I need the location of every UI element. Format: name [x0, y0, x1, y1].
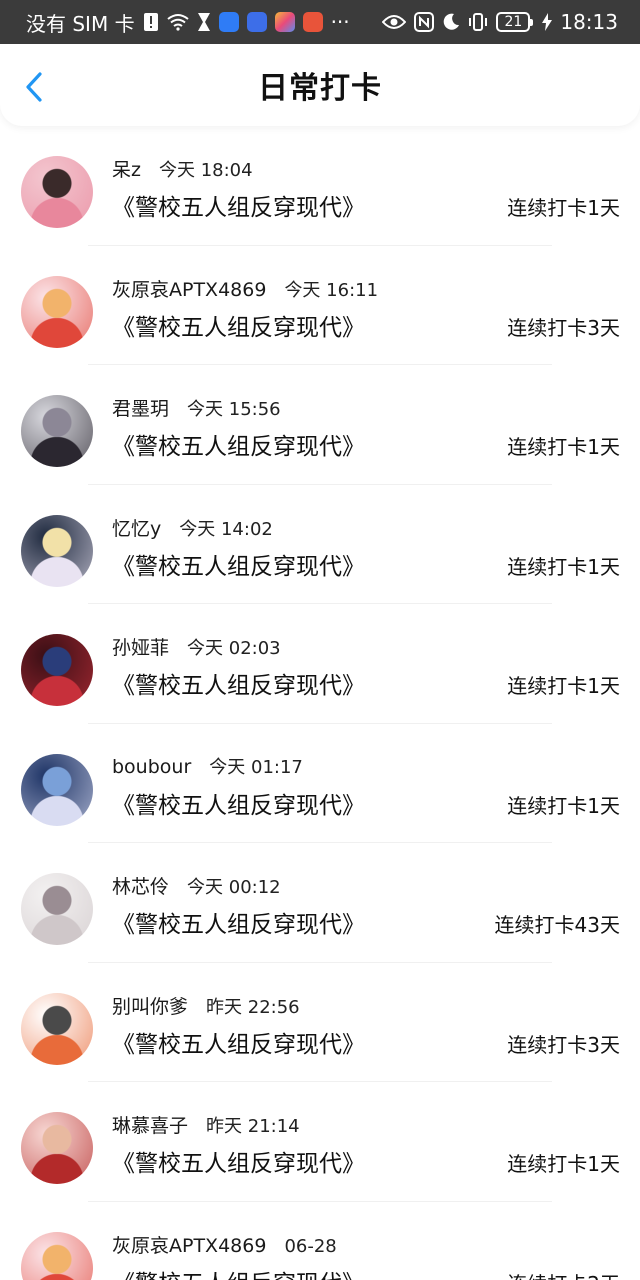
carrier-label: 没有 SIM 卡: [26, 11, 135, 36]
avatar[interactable]: [21, 275, 93, 348]
user-info: 忆忆y 今天 14:02: [112, 514, 273, 541]
user-info: boubour 今天 01:17: [112, 753, 303, 779]
checkin-time: 今天 00:12: [187, 877, 281, 898]
book-title[interactable]: 《警校五人组反穿现代》: [112, 427, 365, 461]
streak-count: 连续打卡1天: [507, 554, 620, 579]
store-app-icon: [302, 12, 323, 32]
checkin-time: 今天 15:56: [187, 399, 281, 420]
list-item[interactable]: 呆z 今天 18:04 《警校五人组反穿现代》 连续打卡1天: [0, 126, 640, 246]
user-info: 孙娅菲 今天 02:03: [112, 633, 281, 660]
hourglass-icon: [197, 12, 211, 32]
username[interactable]: 别叫你爹: [112, 996, 188, 1018]
username[interactable]: 灰原哀APTX4869: [112, 1235, 266, 1257]
avatar[interactable]: [21, 873, 93, 945]
wifi-icon: [166, 13, 189, 31]
user-info: 林芯伶 今天 00:12: [112, 872, 281, 899]
list-item[interactable]: 君墨玥 今天 15:56 《警校五人组反穿现代》 连续打卡1天: [0, 365, 640, 485]
avatar[interactable]: [21, 992, 93, 1065]
user-info: 灰原哀APTX4869 今天 16:11: [112, 275, 378, 302]
avatar[interactable]: [21, 156, 93, 228]
user-info: 别叫你爹 昨天 22:56: [112, 992, 300, 1019]
gallery-app-icon: [274, 12, 295, 32]
streak-count: 连续打卡1天: [507, 196, 620, 220]
username[interactable]: 灰原哀APTX4869: [112, 279, 266, 301]
chevron-left-icon: [26, 72, 42, 102]
more-notifications-icon: ···: [330, 10, 350, 34]
username[interactable]: 君墨玥: [112, 398, 169, 420]
book-title[interactable]: 《警校五人组反穿现代》: [112, 1264, 365, 1280]
avatar[interactable]: [21, 1231, 93, 1280]
battery-level: 21: [504, 14, 523, 30]
username[interactable]: 呆z: [112, 159, 141, 181]
vibrate-icon: [468, 12, 488, 32]
username[interactable]: 忆忆y: [112, 518, 161, 540]
status-bar: 没有 SIM 卡 ··· 21 18:13: [0, 0, 640, 44]
streak-count: 连续打卡3天: [507, 1032, 620, 1057]
streak-count: 连续打卡43天: [494, 913, 620, 937]
username[interactable]: boubour: [112, 756, 191, 778]
checkin-time: 今天 02:03: [187, 638, 281, 659]
battery-icon: 21: [496, 12, 534, 32]
book-title[interactable]: 《警校五人组反穿现代》: [112, 666, 365, 700]
list-item[interactable]: 忆忆y 今天 14:02 《警校五人组反穿现代》 连续打卡1天: [0, 485, 640, 604]
shield-app-icon: [218, 12, 239, 32]
eye-icon: [382, 14, 407, 30]
username[interactable]: 孙娅菲: [112, 637, 169, 659]
checkin-time: 今天 01:17: [209, 756, 303, 778]
list-item[interactable]: 别叫你爹 昨天 22:56 《警校五人组反穿现代》 连续打卡3天: [0, 963, 640, 1082]
book-title[interactable]: 《警校五人组反穿现代》: [112, 308, 365, 342]
streak-count: 连续打卡2天: [507, 1268, 620, 1280]
streak-count: 连续打卡1天: [507, 674, 620, 698]
clock-time: 18:13: [560, 10, 618, 34]
list-item[interactable]: 孙娅菲 今天 02:03 《警校五人组反穿现代》 连续打卡1天: [0, 604, 640, 724]
user-info: 琳慕喜子 昨天 21:14: [112, 1111, 300, 1138]
user-info: 灰原哀APTX4869 06-28: [112, 1231, 337, 1258]
bulb-app-icon: [246, 12, 267, 32]
book-title[interactable]: 《警校五人组反穿现代》: [112, 905, 365, 939]
streak-count: 连续打卡1天: [507, 435, 620, 459]
user-info: 君墨玥 今天 15:56: [112, 394, 281, 421]
sim-alert-icon: [143, 12, 159, 32]
app-header: 日常打卡: [0, 44, 640, 126]
back-button[interactable]: [18, 70, 52, 104]
username[interactable]: 琳慕喜子: [112, 1115, 188, 1137]
list-item[interactable]: 灰原哀APTX4869 06-28 《警校五人组反穿现代》 连续打卡2天: [0, 1202, 640, 1280]
book-title[interactable]: 《警校五人组反穿现代》: [112, 547, 365, 581]
avatar[interactable]: [21, 514, 93, 587]
book-title[interactable]: 《警校五人组反穿现代》: [112, 188, 365, 222]
avatar[interactable]: [21, 395, 93, 467]
book-title[interactable]: 《警校五人组反穿现代》: [112, 1025, 365, 1059]
status-bar-right: 21 18:13: [382, 10, 618, 34]
checkin-time: 今天 18:04: [158, 160, 253, 181]
checkin-list: 呆z 今天 18:04 《警校五人组反穿现代》 连续打卡1天 灰原哀APTX4869 今天…: [0, 126, 640, 1280]
page-title: 日常打卡: [258, 71, 382, 106]
checkin-time: 今天 16:11: [284, 279, 379, 301]
list-item[interactable]: 琳慕喜子 昨天 21:14 《警校五人组反穿现代》 连续打卡1天: [0, 1082, 640, 1202]
streak-count: 连续打卡1天: [507, 793, 620, 818]
checkin-time: 昨天 21:14: [206, 1116, 300, 1137]
checkin-time: 昨天 22:56: [206, 996, 300, 1018]
nfc-icon: [414, 12, 435, 32]
user-info: 呆z 今天 18:04: [112, 155, 253, 182]
list-item[interactable]: boubour 今天 01:17 《警校五人组反穿现代》 连续打卡1天: [0, 724, 640, 843]
checkin-time: 今天 14:02: [179, 518, 273, 540]
list-item[interactable]: 灰原哀APTX4869 今天 16:11 《警校五人组反穿现代》 连续打卡3天: [0, 246, 640, 365]
checkin-time: 06-28: [284, 1235, 337, 1257]
moon-icon: [442, 13, 460, 31]
username[interactable]: 林芯伶: [112, 876, 169, 898]
avatar[interactable]: [21, 634, 93, 706]
charging-icon: [542, 13, 553, 31]
list-item[interactable]: 林芯伶 今天 00:12 《警校五人组反穿现代》 连续打卡43天: [0, 843, 640, 963]
streak-count: 连续打卡3天: [507, 315, 620, 340]
avatar[interactable]: [21, 1112, 93, 1184]
avatar[interactable]: [21, 753, 93, 826]
status-bar-left: 没有 SIM 卡 ···: [26, 8, 350, 37]
book-title[interactable]: 《警校五人组反穿现代》: [112, 786, 365, 820]
streak-count: 连续打卡1天: [507, 1152, 620, 1176]
book-title[interactable]: 《警校五人组反穿现代》: [112, 1144, 365, 1178]
